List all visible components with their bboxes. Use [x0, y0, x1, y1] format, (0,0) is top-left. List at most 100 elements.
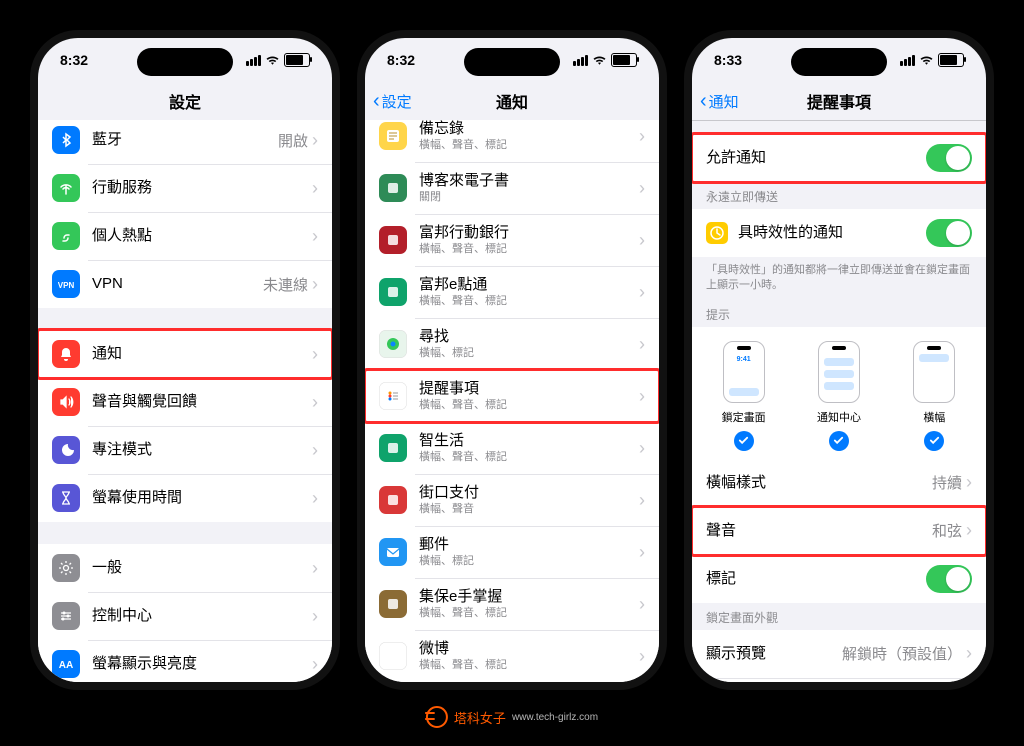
- app-row-6[interactable]: 智生活橫幅、聲音、標記›: [365, 422, 659, 474]
- app-row-9[interactable]: 集保e手掌握橫幅、聲音、標記›: [365, 578, 659, 630]
- chevron-right-icon: ›: [312, 488, 318, 509]
- alert-option-0[interactable]: 9:41鎖定畫面: [696, 341, 791, 451]
- row-value: 開啟: [278, 130, 308, 151]
- app-row-10[interactable]: 微博橫幅、聲音、標記›: [365, 630, 659, 682]
- settings-list[interactable]: 藍牙開啟›行動服務›個人熱點›VPNVPN未連線›通知›聲音與觸覺回饋›專注模式…: [38, 120, 332, 682]
- badge-toggle[interactable]: [926, 565, 972, 593]
- alert-label: 橫幅: [923, 409, 945, 425]
- deliver-header: 永遠立即傳送: [692, 182, 986, 209]
- app-icon: [379, 278, 407, 306]
- banner-style-row[interactable]: 橫幅樣式持續›: [692, 459, 986, 507]
- app-row-5[interactable]: 提醒事項橫幅、聲音、標記›: [365, 370, 659, 422]
- app-row-0[interactable]: 備忘錄橫幅、聲音、標記›: [365, 120, 659, 162]
- time-sensitive-toggle[interactable]: [926, 219, 972, 247]
- app-label: 郵件橫幅、標記: [419, 536, 639, 568]
- checkmark-icon[interactable]: [734, 431, 754, 451]
- moon-icon: [52, 436, 80, 464]
- chevron-right-icon: ›: [639, 490, 645, 511]
- settings-row-gear[interactable]: 一般›: [38, 544, 332, 592]
- settings-row-moon[interactable]: 專注模式›: [38, 426, 332, 474]
- row-label: 螢幕使用時間: [92, 489, 312, 507]
- clock-icon: [706, 222, 728, 244]
- row-label: 一般: [92, 559, 312, 577]
- app-row-8[interactable]: 郵件橫幅、標記›: [365, 526, 659, 578]
- antenna-icon: [52, 174, 80, 202]
- chevron-right-icon: ›: [639, 646, 645, 667]
- app-icon: [379, 538, 407, 566]
- banner-style-label: 橫幅樣式: [706, 474, 932, 492]
- settings-row-bluetooth[interactable]: 藍牙開啟›: [38, 120, 332, 164]
- allow-notifications-row[interactable]: 允許通知: [692, 134, 986, 182]
- back-button[interactable]: ‹設定: [373, 91, 412, 112]
- watermark-brand: 塔科女子: [454, 708, 506, 727]
- settings-row-hourglass[interactable]: 螢幕使用時間›: [38, 474, 332, 522]
- chevron-right-icon: ›: [312, 178, 318, 199]
- app-row-1[interactable]: 博客來電子書關閉›: [365, 162, 659, 214]
- dynamic-island: [464, 48, 560, 76]
- badge-row[interactable]: 標記: [692, 555, 986, 603]
- alert-option-2[interactable]: 橫幅: [887, 341, 982, 451]
- reminders-notification-settings[interactable]: 允許通知永遠立即傳送具時效性的通知「具時效性」的通知都將一律立即傳送並會在鎖定畫…: [692, 120, 986, 682]
- app-sub: 橫幅、聲音、標記: [419, 295, 639, 308]
- status-time: 8:33: [714, 52, 742, 68]
- app-icon: [379, 330, 407, 358]
- alerts-header: 提示: [692, 300, 986, 327]
- app-sub: 橫幅、聲音、標記: [419, 139, 639, 152]
- row-label: 螢幕顯示與亮度: [92, 655, 312, 673]
- app-label: 微博橫幅、聲音、標記: [419, 640, 639, 672]
- settings-row-bell[interactable]: 通知›: [38, 330, 332, 378]
- app-sub: 橫幅、標記: [419, 347, 639, 360]
- back-label: 通知: [709, 91, 739, 112]
- sound-value: 和弦: [932, 520, 962, 541]
- allow-toggle[interactable]: [926, 144, 972, 172]
- notifications-app-list[interactable]: 備忘錄橫幅、聲音、標記›博客來電子書關閉›富邦行動銀行橫幅、聲音、標記›富邦e點…: [365, 120, 659, 682]
- screen-2: 8:32 ‹設定 通知 備忘錄橫幅、聲音、標記›博客來電子書關閉›富邦行動銀行橫…: [365, 38, 659, 682]
- status-time: 8:32: [60, 52, 88, 68]
- app-icon: [379, 590, 407, 618]
- alert-option-1[interactable]: 通知中心: [791, 341, 886, 451]
- app-icon: [379, 174, 407, 202]
- app-sub: 橫幅、聲音、標記: [419, 243, 639, 256]
- alerts-options: 9:41鎖定畫面通知中心橫幅: [692, 327, 986, 459]
- settings-row-sliders[interactable]: 控制中心›: [38, 592, 332, 640]
- cellular-icon: [573, 55, 588, 66]
- settings-group: 一般›控制中心›AA螢幕顯示與亮度›主畫面›輔助使用›背景圖片›Siri與搜尋›: [38, 544, 332, 682]
- time-sensitive-row[interactable]: 具時效性的通知: [692, 209, 986, 257]
- settings-row-aa[interactable]: AA螢幕顯示與亮度›: [38, 640, 332, 682]
- preview-label: 顯示預覽: [706, 645, 842, 663]
- nav-bar: 設定: [38, 82, 332, 121]
- battery-icon: [611, 53, 637, 67]
- chevron-right-icon: ›: [639, 230, 645, 251]
- settings-group: 通知›聲音與觸覺回饋›專注模式›螢幕使用時間›: [38, 330, 332, 522]
- settings-group: 藍牙開啟›行動服務›個人熱點›VPNVPN未連線›: [38, 120, 332, 308]
- chevron-right-icon: ›: [312, 654, 318, 675]
- checkmark-icon[interactable]: [829, 431, 849, 451]
- hourglass-icon: [52, 484, 80, 512]
- alert-label: 鎖定畫面: [722, 409, 766, 425]
- app-label: 富邦e點通橫幅、聲音、標記: [419, 276, 639, 308]
- app-icon: [379, 434, 407, 462]
- app-row-7[interactable]: 街口支付橫幅、聲音›: [365, 474, 659, 526]
- settings-row-link[interactable]: 個人熱點›: [38, 212, 332, 260]
- sound-row[interactable]: 聲音和弦›: [692, 507, 986, 555]
- app-row-3[interactable]: 富邦e點通橫幅、聲音、標記›: [365, 266, 659, 318]
- checkmark-icon[interactable]: [924, 431, 944, 451]
- back-button[interactable]: ‹通知: [700, 91, 739, 112]
- app-label: 備忘錄橫幅、聲音、標記: [419, 120, 639, 152]
- nav-bar: ‹通知 提醒事項: [692, 82, 986, 121]
- app-row-4[interactable]: 尋找橫幅、標記›: [365, 318, 659, 370]
- preview-row[interactable]: 顯示預覽解鎖時（預設值）›: [692, 630, 986, 678]
- grouping-row[interactable]: 通知分類自動›: [692, 678, 986, 682]
- row-label: 個人熱點: [92, 227, 312, 245]
- watermark-logo-icon: [426, 706, 448, 728]
- app-row-2[interactable]: 富邦行動銀行橫幅、聲音、標記›: [365, 214, 659, 266]
- row-label: VPN: [92, 275, 263, 293]
- settings-row-antenna[interactable]: 行動服務›: [38, 164, 332, 212]
- phone-frame-3: 8:33 ‹通知 提醒事項 允許通知永遠立即傳送具時效性的通知「具時效性」的通知…: [684, 30, 994, 690]
- settings-row-speaker[interactable]: 聲音與觸覺回饋›: [38, 378, 332, 426]
- cellular-icon: [900, 55, 915, 66]
- settings-row-vpn[interactable]: VPNVPN未連線›: [38, 260, 332, 308]
- cellular-icon: [246, 55, 261, 66]
- app-sub: 橫幅、聲音: [419, 503, 639, 516]
- screen-3: 8:33 ‹通知 提醒事項 允許通知永遠立即傳送具時效性的通知「具時效性」的通知…: [692, 38, 986, 682]
